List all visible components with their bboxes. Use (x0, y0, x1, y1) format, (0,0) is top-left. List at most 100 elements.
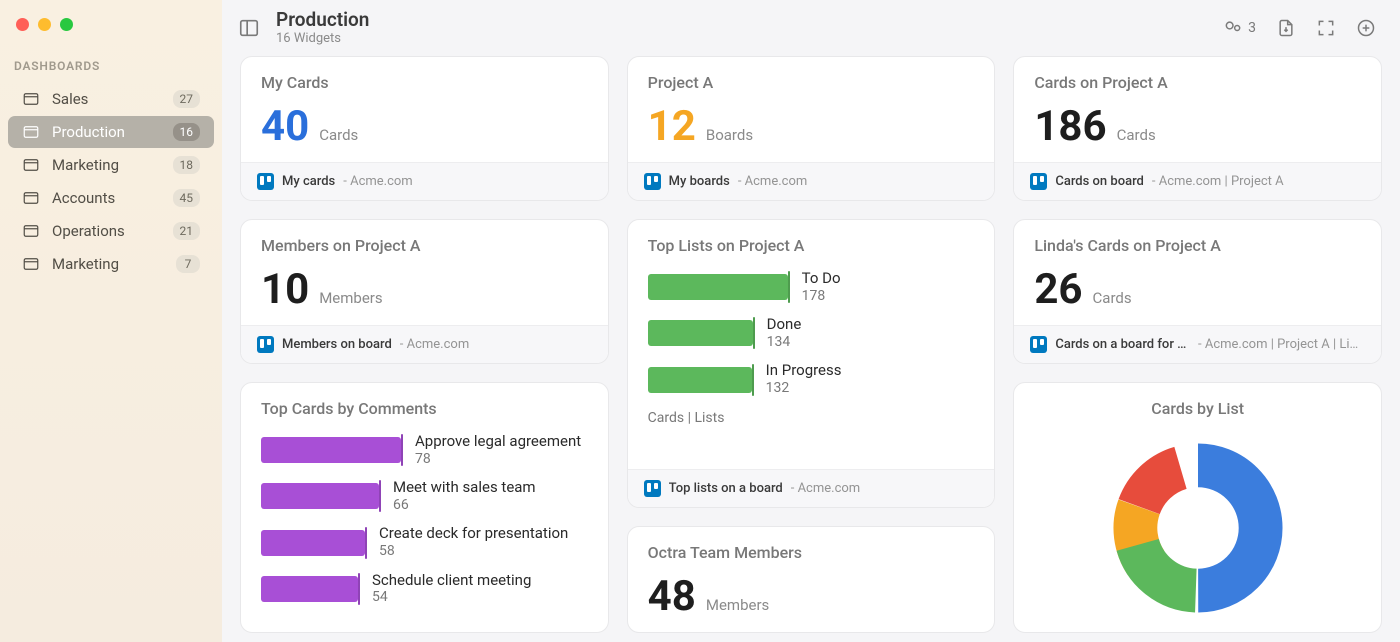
sidebar-item-production[interactable]: Production 16 (8, 116, 214, 148)
topbar: Production 16 Widgets 3 (222, 0, 1400, 56)
metric-value: 186 (1034, 106, 1106, 148)
trello-icon (1030, 336, 1047, 353)
bar-row: Approve legal agreement78 (261, 432, 588, 468)
widget-lindas-cards[interactable]: Linda's Cards on Project A 26 Cards Card… (1013, 219, 1382, 364)
sidebar-item-sales[interactable]: Sales 27 (8, 83, 214, 115)
window-controls (0, 12, 222, 55)
widget-title: Cards by List (1034, 399, 1361, 418)
trello-icon (257, 173, 274, 190)
dashboard-icon (22, 222, 40, 240)
widget-title: Top Lists on Project A (648, 236, 975, 255)
widget-grid: My Cards 40 Cards My cards - Acme.com Pr… (222, 56, 1400, 642)
sidebar: DASHBOARDS Sales 27 Production 16 Market… (0, 0, 222, 642)
bar-value: 66 (393, 497, 536, 515)
bar-row: To Do178 (648, 269, 975, 305)
widget-top-lists[interactable]: Top Lists on Project A To Do178 Done134 … (627, 219, 996, 508)
bar-row: Schedule client meeting54 (261, 571, 588, 607)
widget-title: Octra Team Members (648, 543, 975, 562)
bar-fill (648, 320, 753, 346)
zoom-icon[interactable] (60, 18, 73, 31)
bar-fill (261, 483, 379, 509)
panel-toggle-icon[interactable] (238, 17, 260, 39)
dashboard-icon (22, 189, 40, 207)
chart-axis-links[interactable]: Cards | Lists (648, 398, 975, 426)
bar-fill (261, 437, 401, 463)
bar-value: 54 (372, 589, 531, 607)
bar-row: Meet with sales team66 (261, 478, 588, 514)
bar-value: 178 (802, 288, 841, 306)
widget-title: Top Cards by Comments (261, 399, 588, 418)
bar-fill (261, 530, 365, 556)
metric-value: 12 (648, 106, 696, 148)
sidebar-item-count: 18 (173, 156, 201, 174)
minimize-icon[interactable] (38, 18, 51, 31)
widget-my-cards[interactable]: My Cards 40 Cards My cards - Acme.com (240, 56, 609, 201)
dashboard-icon (22, 123, 40, 141)
widget-title: Project A (648, 73, 975, 92)
sidebar-item-marketing[interactable]: Marketing 18 (8, 149, 214, 181)
bar-value: 132 (766, 380, 842, 398)
bar-label: Done (767, 315, 802, 334)
dashboard-icon (22, 156, 40, 174)
widget-cards-on-project-a[interactable]: Cards on Project A 186 Cards Cards on bo… (1013, 56, 1382, 201)
page-subtitle: 16 Widgets (276, 31, 1207, 46)
metric-unit: Boards (706, 126, 753, 144)
widget-project-a[interactable]: Project A 12 Boards My boards - Acme.com (627, 56, 996, 201)
bar-row: Create deck for presentation58 (261, 524, 588, 560)
bar-label: To Do (802, 269, 841, 288)
sidebar-heading: DASHBOARDS (0, 55, 222, 82)
widget-cards-by-list[interactable]: Cards by List (1013, 382, 1382, 633)
trello-icon (644, 480, 661, 497)
sidebar-item-label: Operations (52, 222, 161, 240)
bar-fill (648, 274, 788, 300)
sidebar-item-accounts[interactable]: Accounts 45 (8, 182, 214, 214)
donut-chart (1083, 438, 1313, 618)
bar-value: 58 (379, 543, 568, 561)
add-widget-button[interactable] (1356, 18, 1376, 38)
main-area: Production 16 Widgets 3 My Cards (222, 0, 1400, 642)
sidebar-item-marketing[interactable]: Marketing 7 (8, 248, 214, 280)
metric-value: 48 (648, 576, 696, 618)
sidebar-item-label: Marketing (52, 255, 164, 273)
bar-label: Create deck for presentation (379, 524, 568, 543)
dashboard-icon (22, 90, 40, 108)
bar-fill (648, 367, 752, 393)
fullscreen-button[interactable] (1316, 18, 1336, 38)
sidebar-item-count: 7 (176, 255, 200, 273)
dashboard-icon (22, 255, 40, 273)
export-button[interactable] (1276, 18, 1296, 38)
sidebar-item-count: 27 (173, 90, 201, 108)
metric-unit: Cards (1093, 289, 1132, 307)
close-icon[interactable] (16, 18, 29, 31)
document-download-icon (1276, 18, 1296, 38)
widget-title: Linda's Cards on Project A (1034, 236, 1361, 255)
bar-label: Meet with sales team (393, 478, 536, 497)
sidebar-item-label: Accounts (52, 189, 161, 207)
widget-top-cards-by-comments[interactable]: Top Cards by Comments Approve legal agre… (240, 382, 609, 633)
metric-unit: Members (706, 596, 769, 614)
widget-octra-members[interactable]: Octra Team Members 48 Members (627, 526, 996, 633)
bar-label: Approve legal agreement (415, 432, 581, 451)
page-title: Production (276, 10, 1207, 31)
presence-button[interactable]: 3 (1223, 18, 1256, 38)
sidebar-item-count: 21 (173, 222, 201, 240)
sidebar-item-label: Sales (52, 90, 161, 108)
metric-value: 40 (261, 106, 309, 148)
presence-icon (1223, 18, 1243, 38)
bar-fill (261, 576, 358, 602)
sidebar-item-operations[interactable]: Operations 21 (8, 215, 214, 247)
widget-members-on-project-a[interactable]: Members on Project A 10 Members Members … (240, 219, 609, 364)
expand-icon (1316, 18, 1336, 38)
bar-value: 134 (767, 334, 802, 352)
metric-unit: Cards (1117, 126, 1156, 144)
sidebar-item-count: 45 (173, 189, 201, 207)
bar-label: In Progress (766, 361, 842, 380)
metric-value: 26 (1034, 269, 1082, 311)
trello-icon (257, 336, 274, 353)
bar-row: In Progress132 (648, 361, 975, 397)
sidebar-item-label: Production (52, 123, 161, 141)
trello-icon (644, 173, 661, 190)
metric-value: 10 (261, 269, 309, 311)
widget-title: My Cards (261, 73, 588, 92)
widget-title: Members on Project A (261, 236, 588, 255)
